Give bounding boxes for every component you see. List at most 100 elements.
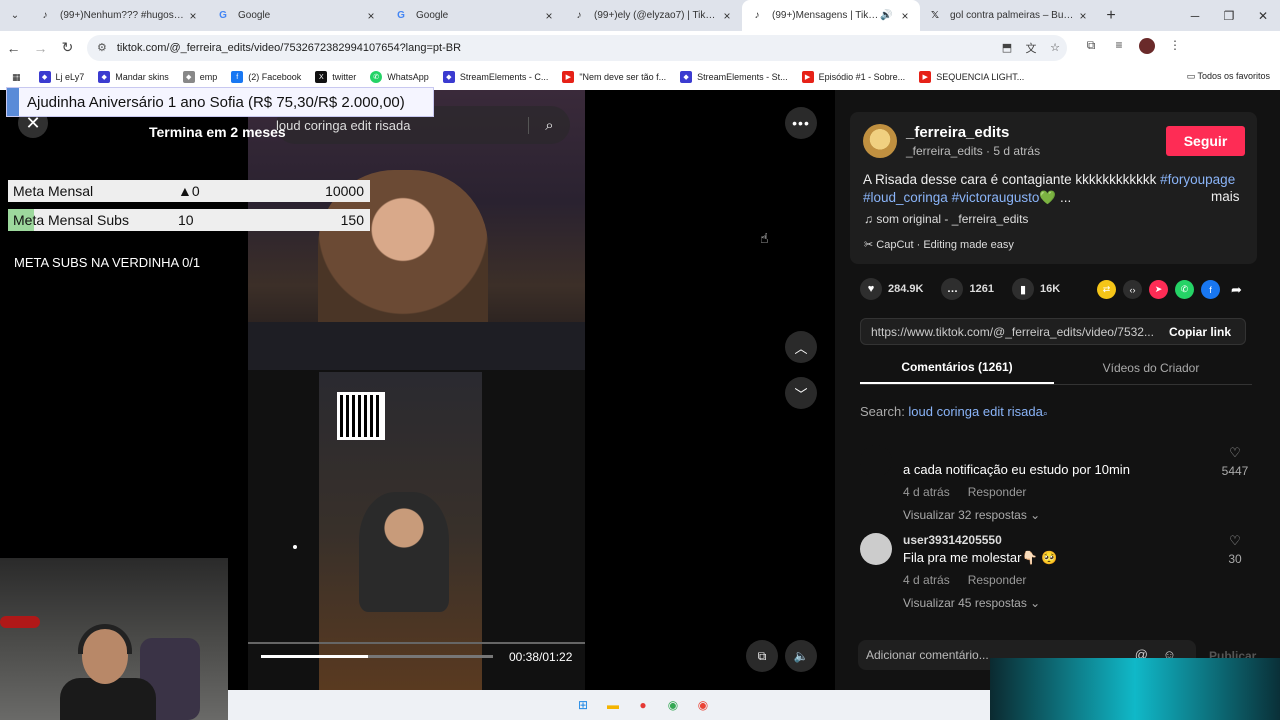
star-icon[interactable]: ☆ bbox=[1043, 41, 1067, 54]
restore-icon[interactable]: ❐ bbox=[1212, 0, 1246, 31]
apps-icon[interactable]: ▦ bbox=[12, 72, 21, 83]
file-explorer-icon[interactable]: ▬ bbox=[601, 695, 625, 715]
tab-5-active[interactable]: ♪ (99+)Mensagens | TikTok 🔊 × bbox=[742, 0, 920, 31]
bookmark-item[interactable]: ◆ Lj eLy7 bbox=[38, 71, 84, 83]
video-link[interactable]: https://www.tiktok.com/@_ferreira_edits/… bbox=[861, 325, 1155, 339]
comment-like-button[interactable]: ♡ 30 bbox=[1220, 533, 1250, 566]
author-name[interactable]: _ferreira_edits bbox=[906, 124, 1009, 141]
bookmark-item[interactable]: ◆ StreamElements - St... bbox=[680, 71, 788, 83]
tab-close-icon[interactable]: × bbox=[186, 9, 200, 23]
tab-close-icon[interactable]: × bbox=[364, 9, 378, 23]
tab-close-icon[interactable]: × bbox=[542, 9, 556, 23]
share-icon[interactable]: ➦ bbox=[1227, 280, 1246, 299]
avatar[interactable] bbox=[860, 445, 892, 477]
new-tab-button[interactable]: + bbox=[1098, 7, 1124, 25]
search-icon[interactable]: ⌕ bbox=[528, 116, 570, 134]
tab-comments[interactable]: Comentários (1261) bbox=[860, 352, 1054, 384]
tab-creator-videos[interactable]: Vídeos do Criador bbox=[1054, 352, 1248, 384]
hashtag-link[interactable]: #victoraugusto bbox=[952, 190, 1040, 205]
url-bar[interactable]: ⚙ tiktok.com/@_ferreira_edits/video/7532… bbox=[87, 34, 1067, 61]
bookmark-item[interactable]: ▶ Episódio #1 - Sobre... bbox=[801, 71, 905, 83]
repost-icon[interactable]: ⇄ bbox=[1097, 280, 1116, 299]
back-icon[interactable]: ← bbox=[0, 40, 27, 56]
bookmark-item[interactable]: ✆ WhatsApp bbox=[370, 71, 429, 83]
hashtag-link[interactable]: #foryoupage bbox=[1160, 172, 1235, 187]
goal-current: 10 bbox=[178, 212, 194, 228]
pip-icon[interactable]: ⧉ bbox=[746, 640, 778, 672]
like-button[interactable]: ♥ 284.9K bbox=[860, 278, 923, 300]
forward-icon[interactable]: → bbox=[27, 40, 54, 56]
url-text[interactable]: tiktok.com/@_ferreira_edits/video/753267… bbox=[117, 42, 995, 54]
reload-icon[interactable]: ↻ bbox=[54, 39, 81, 56]
chevron-up-icon[interactable]: ︿ bbox=[785, 331, 817, 363]
bookmark-item[interactable]: Xtwitter bbox=[315, 71, 356, 83]
follow-button[interactable]: Seguir bbox=[1166, 126, 1245, 156]
extensions-icon[interactable]: ⧉ bbox=[1077, 38, 1105, 57]
comment-like-count: 5447 bbox=[1221, 464, 1249, 478]
hashtag-link[interactable]: #loud_coringa bbox=[863, 190, 948, 205]
site-info-icon[interactable]: ⚙ bbox=[97, 41, 107, 54]
streamer-body bbox=[60, 678, 156, 720]
volume-icon[interactable]: 🔈 bbox=[785, 640, 817, 672]
tab-close-icon[interactable]: × bbox=[720, 9, 734, 23]
save-button[interactable]: ▮ 16K bbox=[1011, 278, 1060, 300]
tab-search-button[interactable]: ⌄ bbox=[0, 0, 30, 31]
copy-link-button[interactable]: Copiar link bbox=[1155, 325, 1245, 339]
bookmark-item[interactable]: ◆ StreamElements - C... bbox=[442, 71, 548, 83]
comment-count: 1261 bbox=[969, 283, 994, 295]
author-handle[interactable]: _ferreira_edits bbox=[906, 144, 983, 158]
bookmark-item[interactable]: f (2) Facebook bbox=[231, 71, 301, 83]
comment-date: 4 d atrás bbox=[903, 485, 950, 499]
profile-icon[interactable] bbox=[1133, 38, 1161, 57]
video-progress[interactable] bbox=[261, 655, 493, 658]
bookmark-item[interactable]: ◆ Mandar skins bbox=[98, 71, 169, 83]
avatar[interactable] bbox=[863, 124, 897, 158]
capcut-link[interactable]: ✂ CapCut · Editing made easy bbox=[864, 238, 1014, 251]
more-button[interactable]: mais bbox=[1211, 189, 1240, 204]
view-replies-button[interactable]: Visualizar 45 respostas ⌄ bbox=[903, 596, 1040, 610]
comment-like-button[interactable]: ♡ 5447 bbox=[1220, 445, 1250, 478]
facebook-icon[interactable]: f bbox=[1201, 280, 1220, 299]
tab-close-icon[interactable]: × bbox=[898, 9, 912, 23]
windows-start-icon[interactable]: ⊞ bbox=[571, 695, 595, 715]
avatar[interactable] bbox=[860, 533, 892, 565]
view-replies-button[interactable]: Visualizar 32 respostas ⌄ bbox=[903, 508, 1040, 522]
music-link[interactable]: ♫ som original - _ferreira_edits bbox=[864, 212, 1028, 226]
tab-title: Google bbox=[416, 10, 449, 21]
chevron-down-icon[interactable]: ﹀ bbox=[785, 377, 817, 409]
tab-1[interactable]: ♪ (99+)Nenhum??? #hugosouza × bbox=[30, 0, 208, 31]
tab-close-icon[interactable]: × bbox=[1076, 9, 1090, 23]
reply-button[interactable]: Responder bbox=[968, 485, 1027, 499]
tab-3[interactable]: G Google × bbox=[386, 0, 564, 31]
tab-2[interactable]: G Google × bbox=[208, 0, 386, 31]
send-icon[interactable]: ➤ bbox=[1149, 280, 1168, 299]
speaker-icon[interactable]: 🔊 bbox=[880, 10, 894, 21]
chrome-icon[interactable]: ◉ bbox=[691, 695, 715, 715]
chrome-icon[interactable]: ◉ bbox=[661, 695, 685, 715]
bookmark-item[interactable]: ▶ "Nem deve ser tão f... bbox=[562, 71, 666, 83]
more-options-icon[interactable]: ••• bbox=[785, 107, 817, 139]
bookmark-item[interactable]: ▶ SEQUENCIA LIGHT... bbox=[919, 71, 1024, 83]
close-window-icon[interactable]: ✕ bbox=[1246, 0, 1280, 31]
add-comment-placeholder[interactable]: Adicionar comentário... bbox=[866, 648, 989, 662]
embed-icon[interactable]: ‹› bbox=[1123, 280, 1142, 299]
comment-user[interactable]: user39314205550 bbox=[903, 533, 1002, 547]
bookmark-item[interactable]: ◆ emp bbox=[182, 71, 217, 83]
tab-6[interactable]: 𝕏 gol contra palmeiras – Buscar × bbox=[920, 0, 1098, 31]
search-suggestion[interactable]: Search: loud coringa edit risada⌕ bbox=[860, 404, 1048, 419]
all-bookmarks[interactable]: ▭ Todos os favoritos bbox=[1187, 71, 1270, 82]
app-icon[interactable]: ● bbox=[631, 695, 655, 715]
reply-button[interactable]: Responder bbox=[968, 573, 1027, 587]
comment-button[interactable]: … 1261 bbox=[941, 278, 994, 300]
translate-icon[interactable]: 文 bbox=[1019, 40, 1043, 56]
video-search-text[interactable]: loud coringa edit risada bbox=[276, 118, 528, 133]
menu-icon[interactable]: ⋮ bbox=[1161, 38, 1189, 57]
tab-4[interactable]: ♪ (99+)ely (@elyzao7) | TikTok × bbox=[564, 0, 742, 31]
install-icon[interactable]: ⬒ bbox=[995, 41, 1019, 54]
video-info-card: _ferreira_edits _ferreira_edits · 5 d at… bbox=[850, 112, 1257, 264]
media-icon[interactable]: ≡ bbox=[1105, 38, 1133, 57]
whatsapp-icon[interactable]: ✆ bbox=[1175, 280, 1194, 299]
video-seekbar[interactable] bbox=[248, 642, 585, 644]
minimize-icon[interactable]: ─ bbox=[1178, 0, 1212, 31]
search-query[interactable]: loud coringa edit risada bbox=[908, 404, 1042, 419]
